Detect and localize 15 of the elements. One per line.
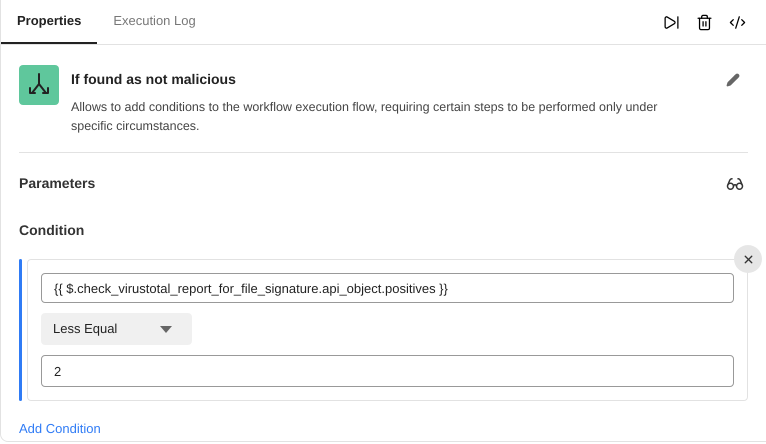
step-title: If found as not malicious [71, 70, 236, 89]
close-button[interactable] [734, 245, 762, 273]
close-icon [742, 252, 754, 266]
add-condition-link[interactable]: Add Condition [19, 419, 101, 438]
input-field[interactable]: 2 [41, 355, 734, 387]
branch-icon [19, 65, 59, 105]
step-description: Allows to add conditions to the workflow execution flow, requiring certain steps to be performed only under specific circumstances. [71, 99, 658, 135]
section-heading: Condition [19, 221, 84, 240]
caret-icon [160, 326, 172, 332]
tab[interactable]: Properties [1, 0, 98, 44]
tab[interactable]: Execution Log [97, 0, 212, 44]
edit-icon[interactable] [726, 72, 740, 86]
section-heading: Parameters [19, 174, 96, 193]
operator-dropdown[interactable]: Less Equal [41, 313, 192, 345]
input-field[interactable]: {{ $.check_virustotal_report_for_file_signature.api_object.positives }} [41, 273, 734, 303]
